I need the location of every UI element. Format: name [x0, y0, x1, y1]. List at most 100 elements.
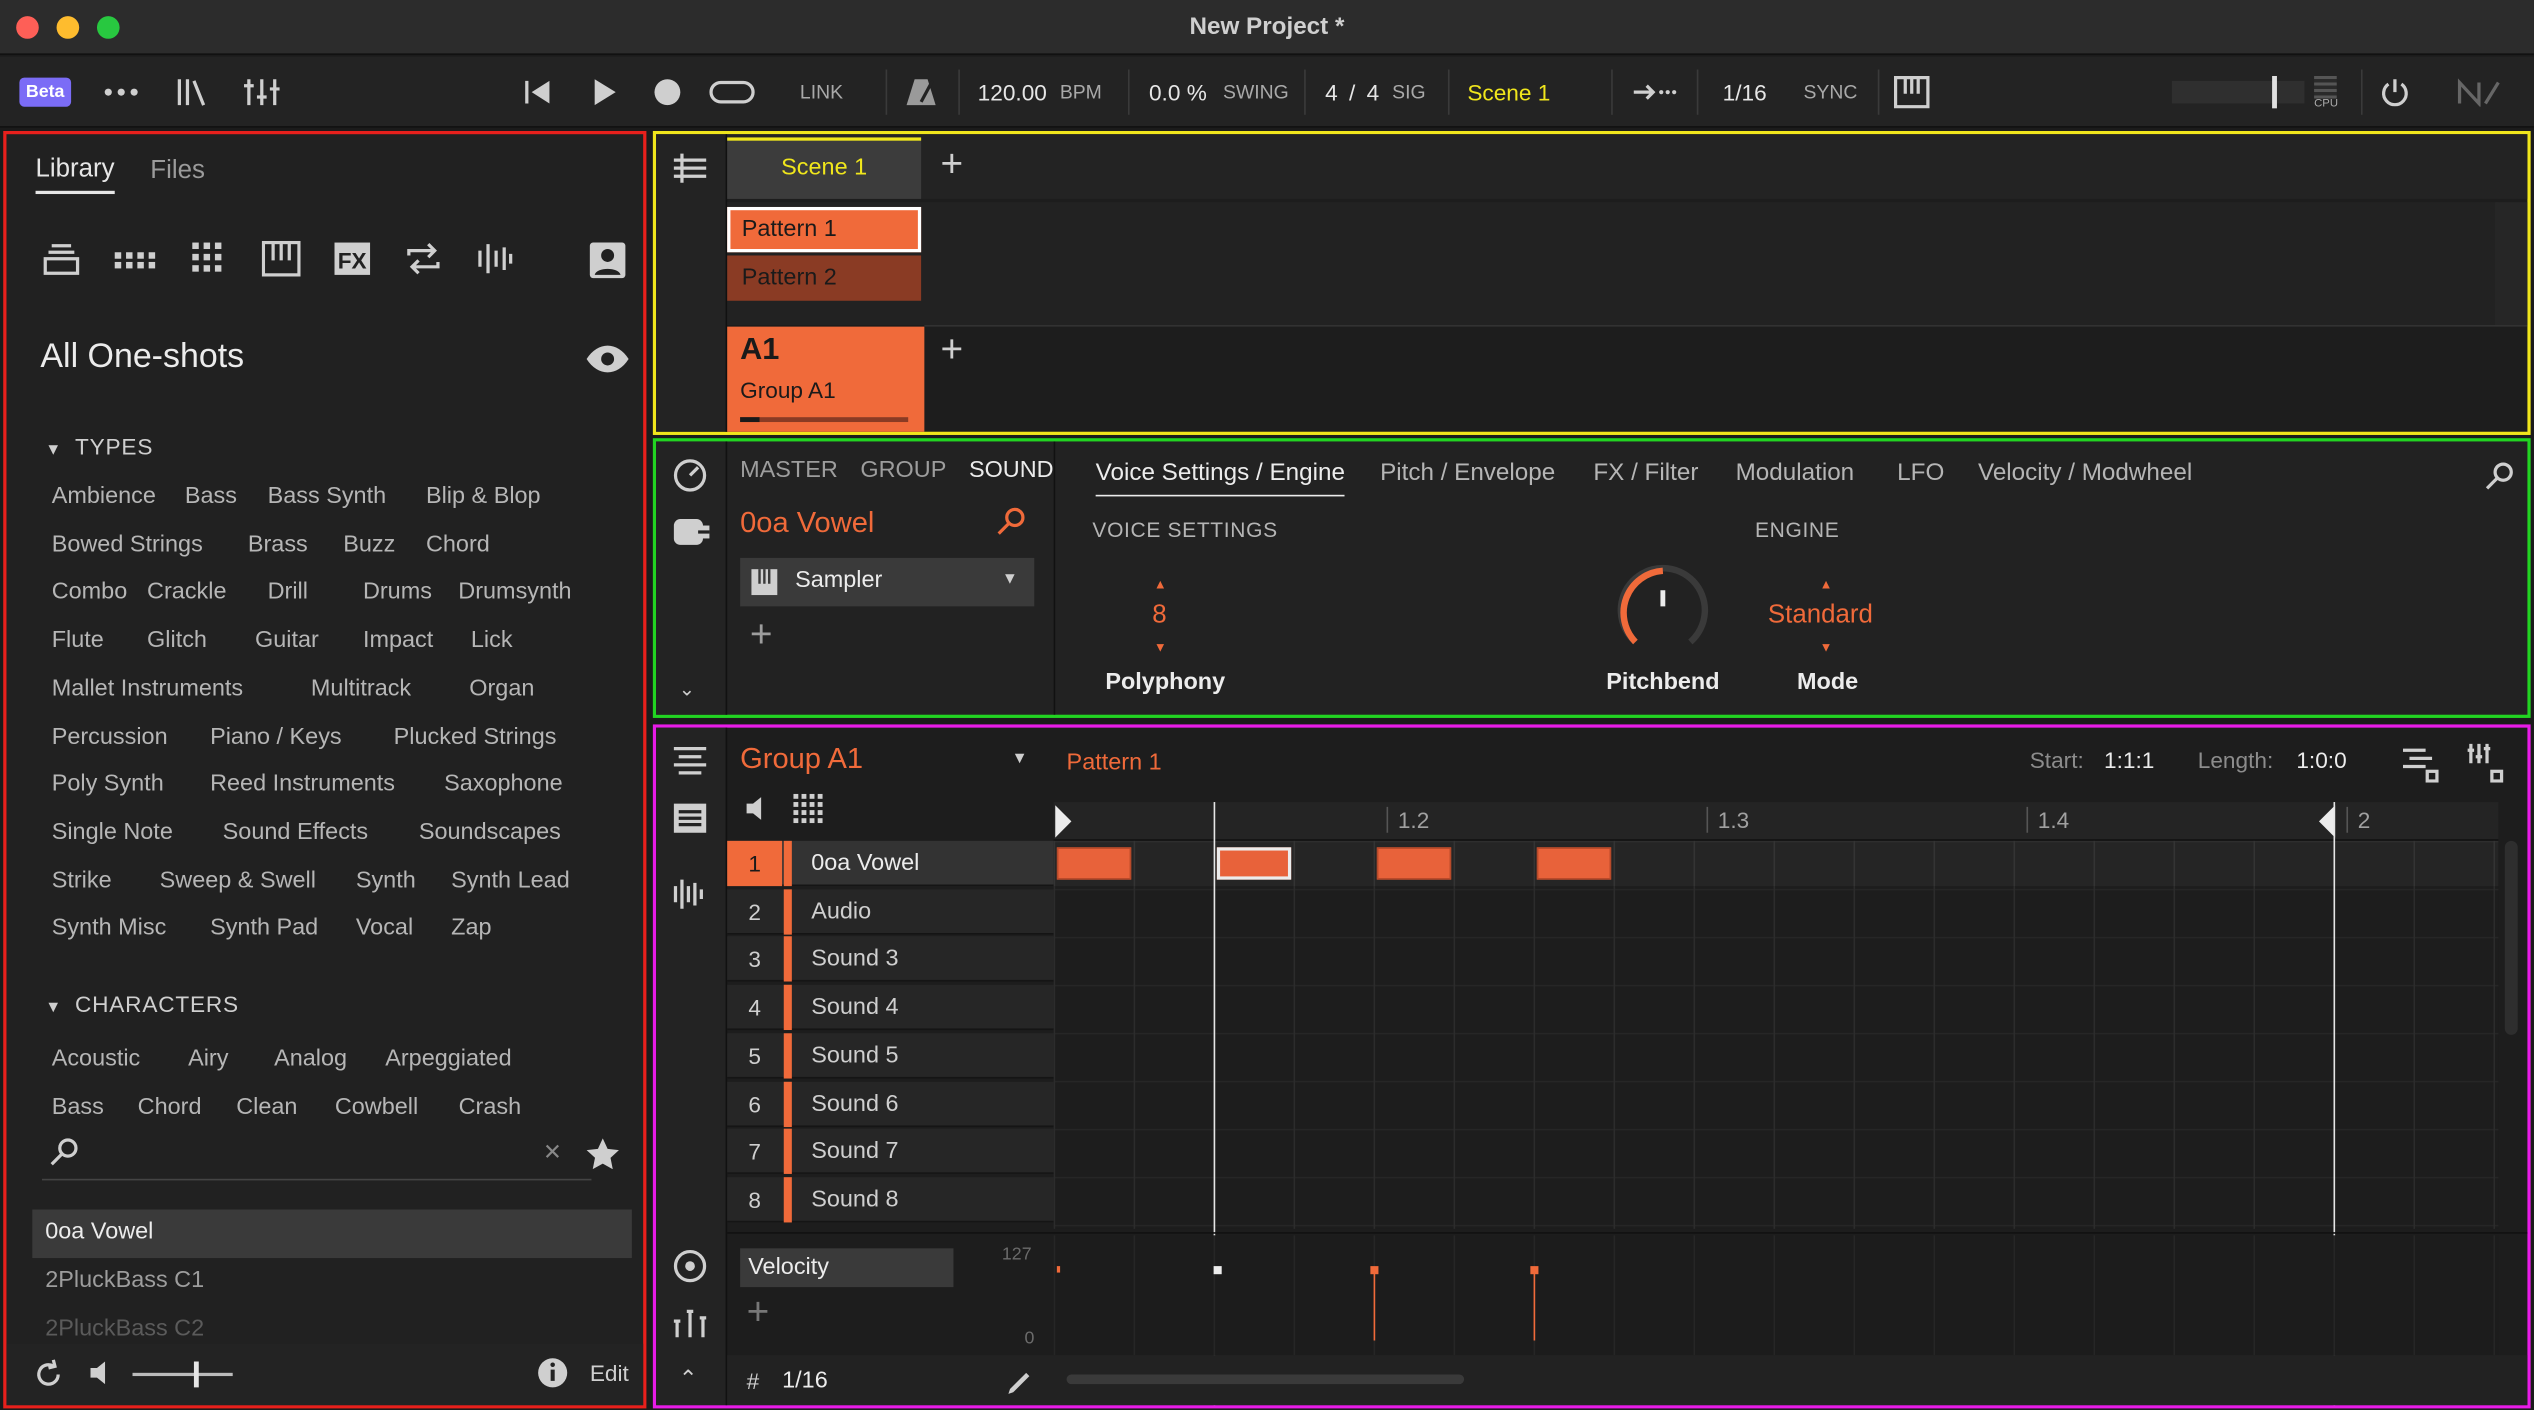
type-tag[interactable]: Synth Lead [451, 868, 570, 894]
preview-volume-slider[interactable] [132, 1361, 233, 1388]
polyphony-up-icon[interactable]: ▲ [1154, 577, 1167, 592]
arranger-view-icon[interactable] [672, 150, 708, 186]
type-tag[interactable]: Bowed Strings [52, 531, 203, 557]
character-tag[interactable]: Bass [52, 1094, 104, 1120]
pitchbend-knob[interactable] [1613, 564, 1713, 655]
type-tag[interactable]: Chord [426, 531, 490, 557]
edit-button[interactable]: Edit [590, 1360, 629, 1386]
one-shots-icon[interactable] [191, 241, 230, 277]
param-tab[interactable]: Modulation [1736, 459, 1855, 486]
velocity-bars-icon[interactable] [672, 1305, 708, 1341]
rewind-icon[interactable] [524, 57, 553, 128]
type-tag[interactable]: Synth Misc [52, 916, 167, 942]
group-name-header[interactable]: Group A1 [740, 742, 863, 776]
scene-tab[interactable]: Scene 1 [727, 137, 922, 199]
sound-search-icon[interactable] [995, 506, 1027, 538]
type-tag[interactable]: Blip & Blop [426, 483, 541, 509]
more-icon[interactable] [103, 57, 139, 128]
grid-hash-icon[interactable]: # [747, 1368, 760, 1394]
type-tag[interactable]: Zap [451, 916, 491, 942]
sound-name[interactable]: 0oa Vowel [740, 506, 874, 540]
arranger-scrollbar[interactable] [2495, 202, 2528, 326]
velocity-bar[interactable] [1056, 1266, 1061, 1273]
favorite-star-icon[interactable] [585, 1137, 621, 1170]
mode-value[interactable]: Standard [1768, 602, 1873, 631]
groups-icon[interactable] [113, 241, 158, 277]
type-tag[interactable]: Reed Instruments [210, 772, 395, 798]
follow-icon[interactable] [1632, 57, 1677, 128]
pattern-clip-2[interactable]: Pattern 2 [727, 255, 922, 301]
zoom-vertical-icon[interactable] [2466, 741, 2505, 783]
polyphony-down-icon[interactable]: ▼ [1154, 640, 1167, 655]
type-tag[interactable]: Vocal [356, 916, 413, 942]
length-value[interactable]: 1:0:0 [2296, 747, 2346, 773]
velocity-bar[interactable] [1533, 1269, 1536, 1341]
add-scene-button[interactable]: + [941, 142, 964, 187]
type-tag[interactable]: Bass [185, 483, 237, 509]
type-tag[interactable]: Crackle [147, 580, 226, 606]
characters-header[interactable]: ▼ CHARACTERS [45, 991, 239, 1017]
add-group-button[interactable]: + [941, 328, 964, 373]
mute-speaker-icon[interactable] [743, 796, 769, 822]
samples-icon[interactable] [475, 241, 514, 277]
type-tag[interactable]: Bass Synth [268, 483, 387, 509]
link-button[interactable]: LINK [800, 57, 843, 128]
param-tab[interactable]: Voice Settings / Engine [1095, 459, 1345, 497]
type-tag[interactable]: Synth Pad [210, 916, 318, 942]
clear-search-icon[interactable]: ✕ [543, 1138, 562, 1165]
sound-name[interactable]: Sound 5 [811, 1033, 1053, 1078]
vertical-scrollbar[interactable] [2504, 840, 2518, 1035]
character-tag[interactable]: Chord [138, 1094, 202, 1120]
note-event-selected[interactable] [1216, 847, 1292, 880]
add-modulation-button[interactable]: + [747, 1290, 770, 1335]
character-tag[interactable]: Analog [274, 1046, 347, 1072]
param-search-icon[interactable] [2484, 461, 2516, 493]
velocity-selector[interactable]: Velocity [740, 1248, 954, 1288]
polyphony-value[interactable]: 8 [1152, 602, 1166, 631]
sound-name[interactable]: Sound 4 [811, 985, 1053, 1030]
mode-up-icon[interactable]: ▲ [1820, 577, 1833, 592]
velocity-bar[interactable] [1373, 1269, 1376, 1341]
type-tag[interactable]: Drill [268, 580, 308, 606]
keyboard-icon[interactable] [1893, 57, 1930, 128]
velocity-handle[interactable] [1530, 1266, 1539, 1275]
pencil-icon[interactable] [1005, 1368, 1034, 1397]
type-tag[interactable]: Organ [469, 676, 534, 702]
character-tag[interactable]: Arpeggiated [385, 1046, 511, 1072]
instruments-keys-icon[interactable] [261, 240, 301, 277]
param-tab[interactable]: FX / Filter [1593, 459, 1698, 486]
power-icon[interactable] [2379, 57, 2411, 128]
character-tag[interactable]: Airy [188, 1046, 228, 1072]
pad-grid-icon[interactable] [792, 792, 824, 824]
sig-numerator[interactable]: 4 [1325, 79, 1338, 105]
note-event[interactable] [1056, 847, 1132, 880]
eye-icon[interactable] [585, 344, 630, 373]
timeline-ruler[interactable] [1053, 802, 2499, 841]
tab-files[interactable]: Files [150, 157, 205, 186]
tempo-value[interactable]: 120.00 [978, 79, 1047, 105]
speaker-icon[interactable] [87, 1360, 113, 1386]
param-tab[interactable]: Pitch / Envelope [1380, 459, 1555, 486]
param-tab[interactable]: Velocity / Modwheel [1978, 459, 2192, 486]
result-item-selected[interactable]: 0oa Vowel [32, 1209, 632, 1259]
horizontal-scrollbar[interactable] [1066, 1374, 1465, 1385]
sync-button[interactable]: SYNC [1803, 57, 1857, 128]
metronome-icon[interactable] [905, 57, 937, 128]
group-slot-a1[interactable]: A1 Group A1 [727, 326, 925, 432]
expand-chevron-icon[interactable]: ⌃ [679, 1365, 698, 1392]
note-grid[interactable] [1053, 840, 2499, 1229]
character-tag[interactable]: Cowbell [335, 1094, 418, 1120]
all-instruments-icon[interactable] [42, 241, 81, 277]
dial-icon[interactable] [672, 458, 708, 494]
mixer-icon[interactable] [242, 57, 281, 128]
sound-name[interactable]: Sound 8 [811, 1177, 1053, 1222]
param-tab[interactable]: LFO [1897, 459, 1944, 486]
tab-group[interactable]: GROUP [860, 458, 946, 484]
type-tag[interactable]: Sweep & Swell [160, 868, 316, 894]
tab-sound[interactable]: SOUND [969, 458, 1054, 484]
sound-name[interactable]: 0oa Vowel [811, 841, 1053, 886]
pattern-clip-1[interactable]: Pattern 1 [727, 206, 922, 253]
velocity-handle[interactable] [1370, 1266, 1379, 1275]
velocity-lane[interactable] [1053, 1235, 2499, 1356]
type-tag[interactable]: Strike [52, 868, 112, 894]
